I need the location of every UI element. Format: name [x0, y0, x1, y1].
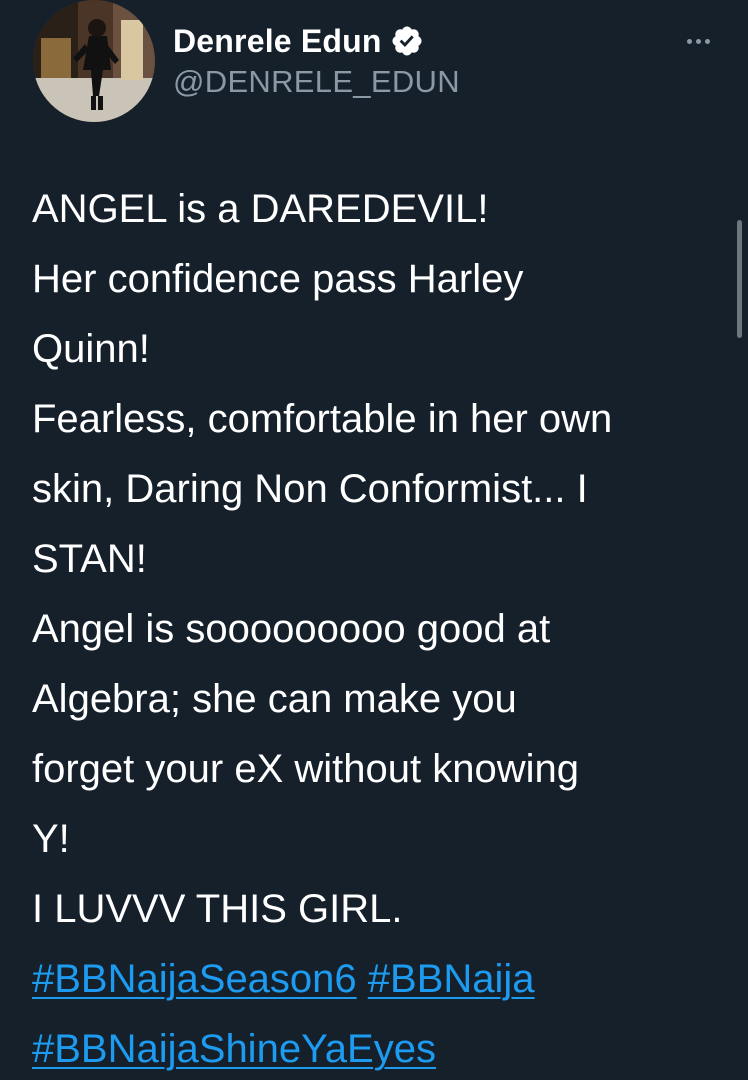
- hashtag-link-bbnaijaseason6[interactable]: #BBNaijaSeason6: [32, 957, 357, 1001]
- verified-badge-icon: [390, 24, 424, 58]
- author-avatar[interactable]: [33, 0, 155, 122]
- avatar-image: [33, 0, 155, 122]
- more-horizontal-icon-dot: [686, 38, 692, 44]
- hashtag-line: #BBNaijaSeason6 #BBNaija: [32, 944, 722, 1014]
- more-horizontal-icon-dot: [695, 38, 701, 44]
- hashtag-link-bbnaija[interactable]: #BBNaija: [368, 957, 535, 1001]
- tweet-text-line: Quinn!: [32, 327, 150, 371]
- tweet-text-line: Her confidence pass Harley: [32, 257, 524, 301]
- more-options-button[interactable]: [678, 26, 718, 56]
- hashtag-link-bbnaijashineyaeyes[interactable]: #BBNaijaShineYaEyes: [32, 1027, 436, 1071]
- author-handle[interactable]: @DENRELE_EDUN: [173, 64, 460, 100]
- tweet-text-line: Algebra; she can make you: [32, 677, 517, 721]
- tweet-text-line: skin, Daring Non Conformist... I: [32, 467, 588, 511]
- tweet-text-line: Angel is sooooooooo good at: [32, 607, 551, 651]
- tweet-text-line: Y!: [32, 817, 70, 861]
- author-display-name[interactable]: Denrele Edun: [173, 23, 382, 60]
- hashtag-line: #BBNaijaShineYaEyes: [32, 1014, 722, 1080]
- tweet-text-line: ANGEL is a DAREDEVIL!: [32, 187, 489, 231]
- tweet-text-line: STAN!: [32, 537, 147, 581]
- tweet-text-line: I LUVVV THIS GIRL.: [32, 887, 403, 931]
- tweet-text-line: forget your eX without knowing: [32, 747, 579, 791]
- tweet-text-line: Fearless, comfortable in her own: [32, 397, 613, 441]
- author-name-row[interactable]: Denrele Edun: [173, 20, 424, 62]
- tweet-text: ANGEL is a DAREDEVIL! Her confidence pas…: [32, 174, 722, 1080]
- tweet-card: Denrele Edun @DENRELE_EDUN ANGEL is a DA…: [0, 0, 748, 1080]
- scrollbar-thumb[interactable]: [737, 220, 742, 338]
- more-horizontal-icon-dot: [704, 38, 710, 44]
